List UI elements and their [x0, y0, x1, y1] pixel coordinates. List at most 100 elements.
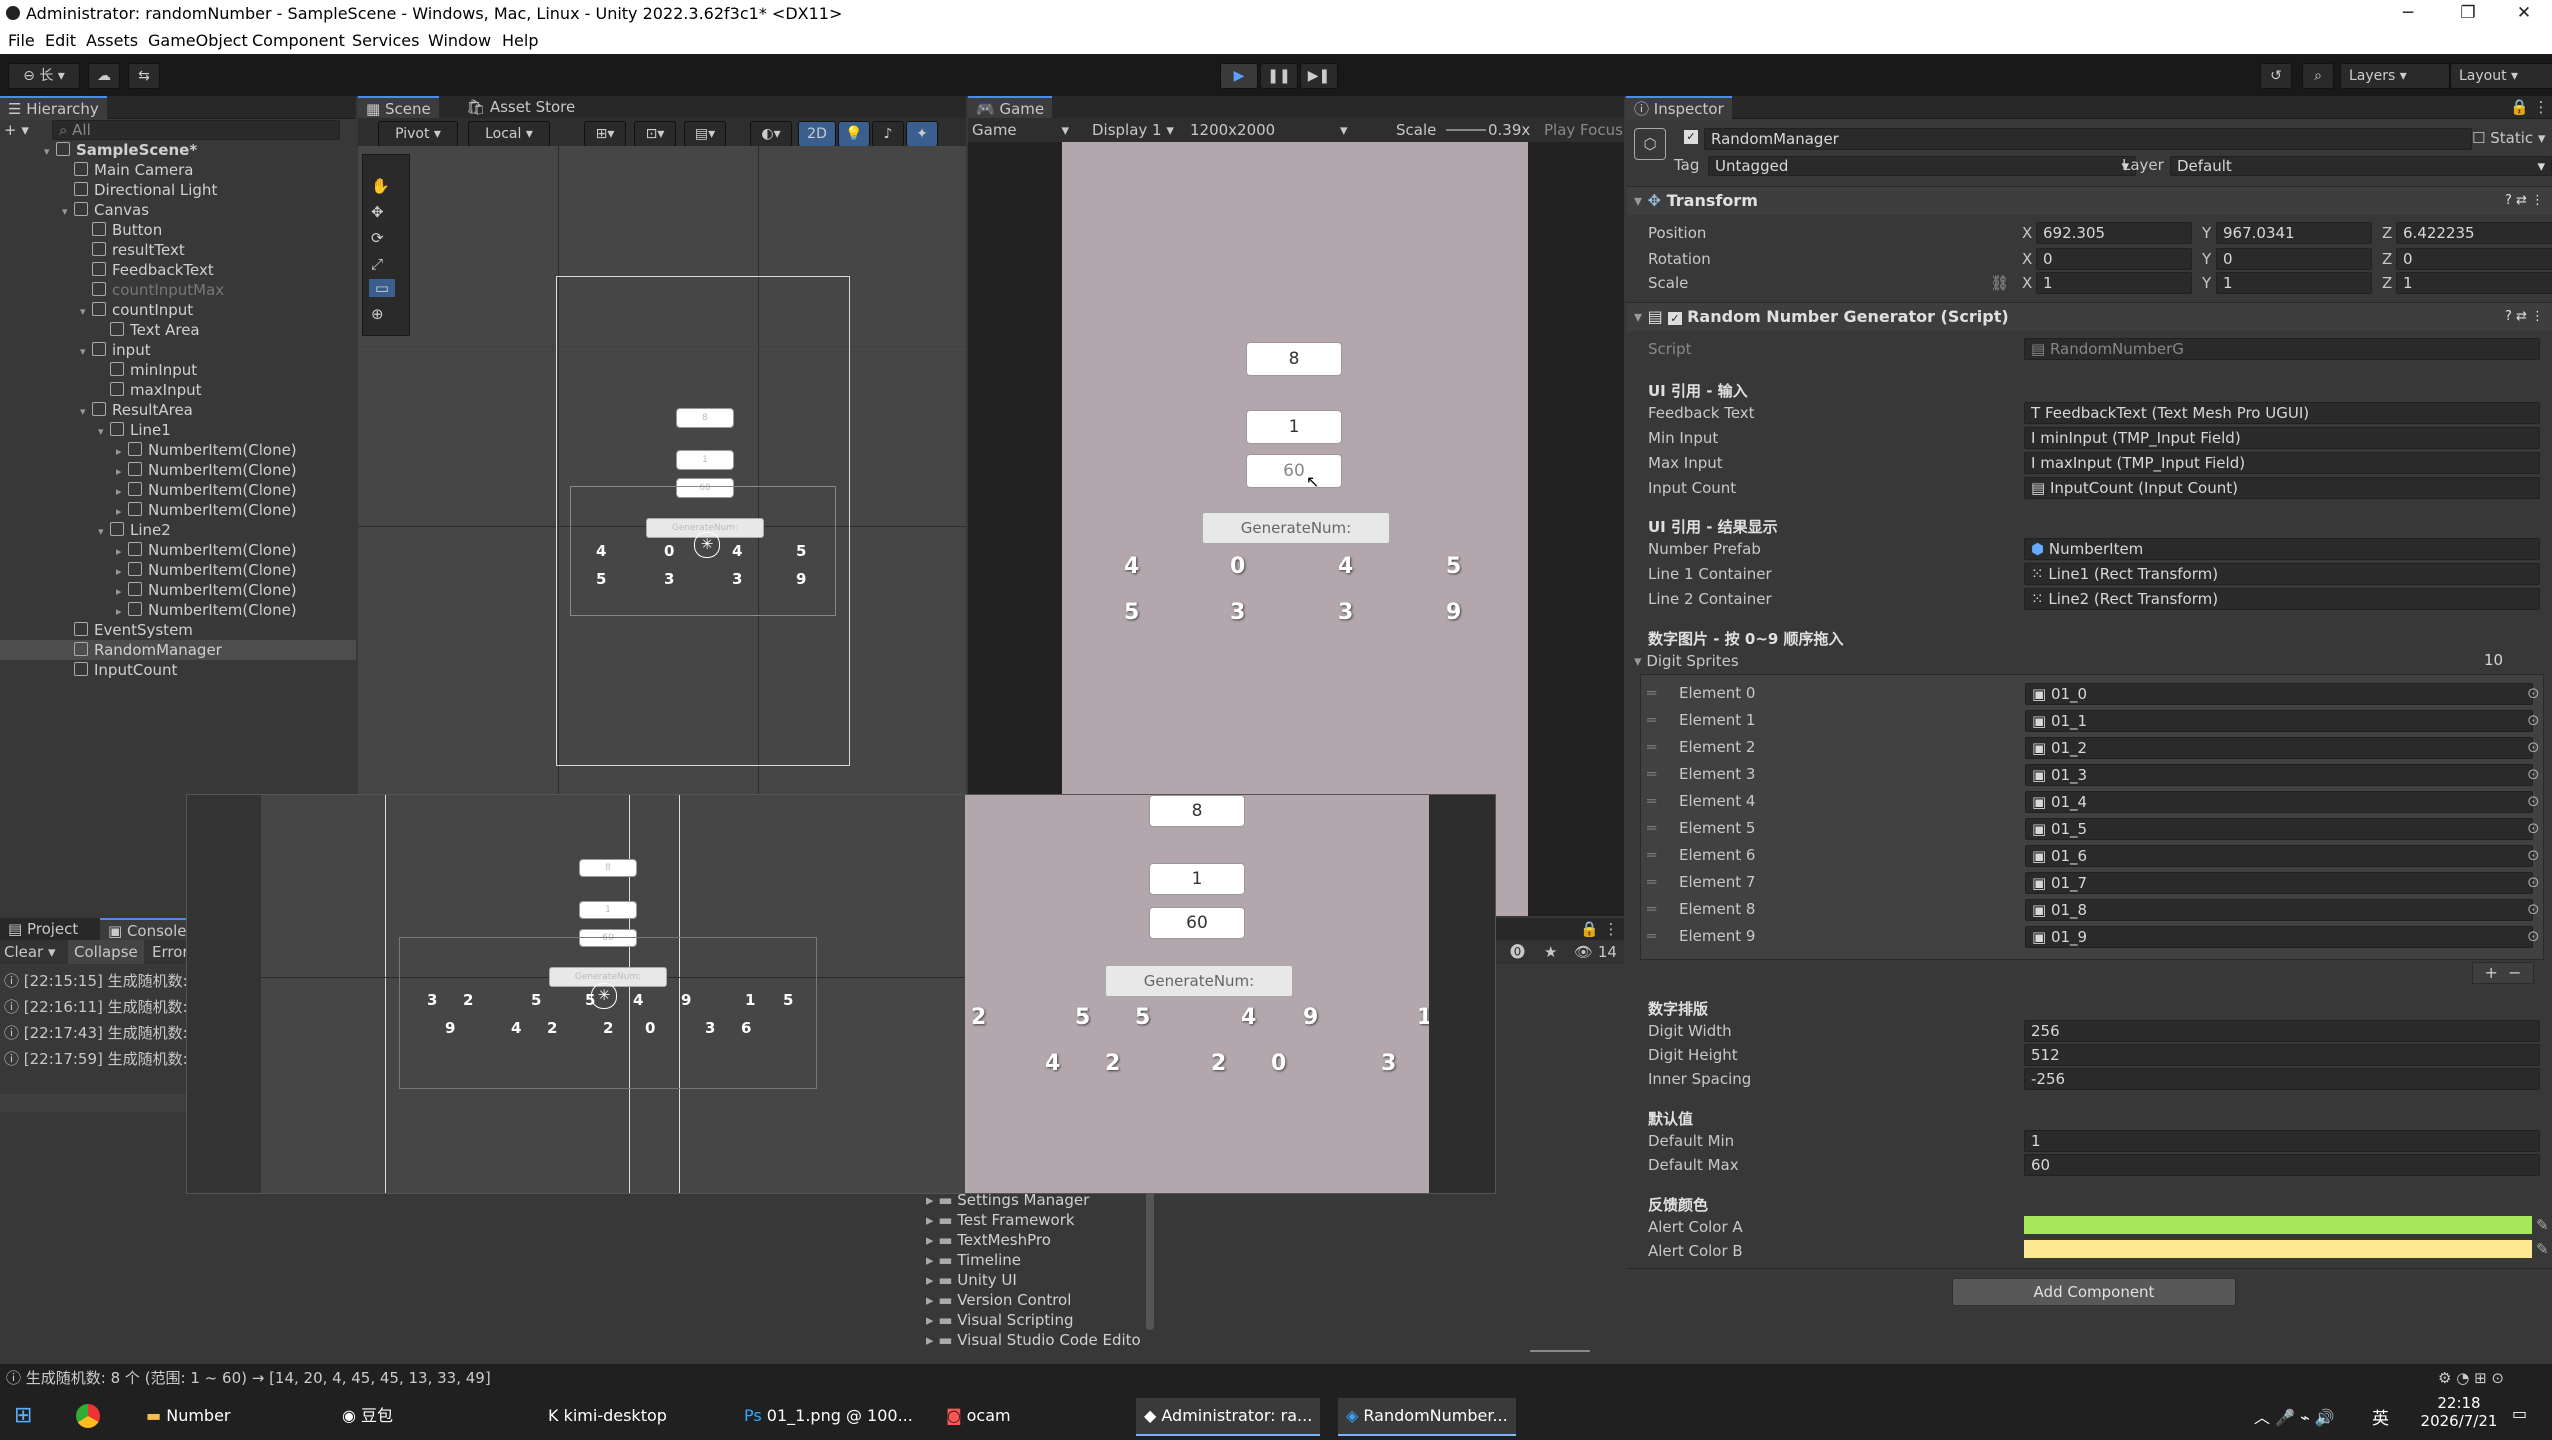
- hierarchy-item[interactable]: RandomManager: [0, 640, 356, 660]
- tab-asset-store[interactable]: 🛍 Asset Store: [458, 96, 583, 118]
- hierarchy-item[interactable]: FeedbackText: [0, 260, 356, 280]
- rotation-y[interactable]: 0: [2216, 248, 2372, 270]
- console-log-entry[interactable]: ⓘ [22:15:15] 生成随机数:: [4, 968, 188, 994]
- console-warn-icon[interactable]: ⓿: [1510, 940, 1525, 964]
- object-name-input[interactable]: RandomManager: [1704, 128, 2472, 150]
- menu-services[interactable]: Services: [352, 31, 419, 50]
- active-checkbox[interactable]: ✓: [1684, 130, 1698, 144]
- start-icon[interactable]: ⊞: [14, 1404, 38, 1428]
- object-picker-icon[interactable]: ⊙: [2527, 870, 2540, 894]
- add-component-button[interactable]: Add Component: [1952, 1278, 2236, 1306]
- eyedropper-a-icon[interactable]: ✎: [2536, 1216, 2549, 1234]
- position-z[interactable]: 6.422235: [2396, 222, 2552, 244]
- layers-dropdown[interactable]: Layers ▾: [2340, 63, 2450, 89]
- hierarchy-item[interactable]: ▾ countInput: [0, 300, 356, 320]
- drag-handle-icon[interactable]: ═: [1647, 735, 1656, 759]
- game-max-input[interactable]: 60: [1246, 454, 1342, 488]
- play-icon[interactable]: ▶: [1220, 63, 1258, 89]
- alert-color-b-swatch[interactable]: [2024, 1240, 2532, 1258]
- tag-dropdown[interactable]: Untagged ▾: [1708, 156, 2136, 176]
- console-log-entry[interactable]: ⓘ [22:16:11] 生成随机数:: [4, 994, 188, 1020]
- hierarchy-item[interactable]: ▸ NumberItem(Clone): [0, 560, 356, 580]
- scale-z[interactable]: 1: [2396, 272, 2552, 294]
- line1-container-field[interactable]: ⁙ Line1 (Rect Transform): [2024, 563, 2540, 585]
- digit-height-input[interactable]: 512: [2024, 1044, 2540, 1066]
- sprite-element-field[interactable]: ▣ 01_9: [2025, 926, 2533, 948]
- scale-x[interactable]: 1: [2036, 272, 2192, 294]
- local-dropdown[interactable]: Local ▾: [468, 121, 550, 147]
- clock[interactable]: 22:18 2026/7/21: [2414, 1394, 2504, 1430]
- hierarchy-item[interactable]: Button: [0, 220, 356, 240]
- restore-icon[interactable]: ❐: [2440, 0, 2496, 28]
- drag-handle-icon[interactable]: ═: [1647, 789, 1656, 813]
- search-icon[interactable]: ⌕: [2302, 63, 2334, 89]
- hierarchy-item[interactable]: ▾ Line2: [0, 520, 356, 540]
- object-picker-icon[interactable]: ⊙: [2527, 708, 2540, 732]
- scale-tool-icon[interactable]: ⤢: [371, 255, 383, 273]
- object-picker-icon[interactable]: ⊙: [2527, 735, 2540, 759]
- menu-assets[interactable]: Assets: [86, 31, 138, 50]
- console-log-entry[interactable]: ⓘ [22:17:59] 生成随机数:: [4, 1046, 188, 1072]
- drag-handle-icon[interactable]: ═: [1647, 708, 1656, 732]
- play-focus-dropdown[interactable]: Play Focus: [1544, 118, 1623, 142]
- taskbar-app-kimi[interactable]: K kimi-desktop: [540, 1398, 675, 1434]
- layout-dropdown[interactable]: Layout ▾: [2450, 63, 2552, 89]
- sprite-element-field[interactable]: ▣ 01_7: [2025, 872, 2533, 894]
- hierarchy-item[interactable]: maxInput: [0, 380, 356, 400]
- package-folder[interactable]: ▸ ▬ TextMeshPro: [926, 1230, 1051, 1250]
- tab-hierarchy[interactable]: ☰ Hierarchy: [0, 96, 107, 120]
- digit-sprites-count[interactable]: 10: [2478, 650, 2546, 670]
- hierarchy-item[interactable]: ▾ Canvas: [0, 200, 356, 220]
- object-picker-icon[interactable]: ⊙: [2527, 789, 2540, 813]
- hierarchy-item[interactable]: Text Area: [0, 320, 356, 340]
- account-button[interactable]: ⊖ 长 ▾: [8, 63, 80, 89]
- drag-handle-icon[interactable]: ═: [1647, 924, 1656, 948]
- tray-icons[interactable]: ︿ 🎤 ⌁ 🔊: [2254, 1404, 2335, 1428]
- shading-icon[interactable]: ◐▾: [750, 121, 792, 147]
- hierarchy-item[interactable]: ▸ NumberItem(Clone): [0, 480, 356, 500]
- tab-console[interactable]: ▣ Console: [100, 918, 195, 942]
- sprite-element-field[interactable]: ▣ 01_6: [2025, 845, 2533, 867]
- object-picker-icon[interactable]: ⊙: [2527, 681, 2540, 705]
- menu-help[interactable]: Help: [502, 31, 538, 50]
- collapse-button[interactable]: Collapse: [68, 940, 144, 964]
- transform-header[interactable]: ▾ ✥ Transform? ⇄ ⋮: [1626, 186, 2552, 215]
- gizmo-icon[interactable]: ▤▾: [684, 121, 726, 147]
- hierarchy-item[interactable]: minInput: [0, 360, 356, 380]
- tab-scene[interactable]: ▦ Scene: [358, 96, 439, 120]
- lighting-icon[interactable]: 💡: [838, 121, 870, 147]
- effects-icon[interactable]: ✦: [906, 121, 938, 147]
- drag-handle-icon[interactable]: ═: [1647, 681, 1656, 705]
- expand-arrow-icon[interactable]: ▾: [80, 302, 92, 322]
- hierarchy-item[interactable]: EventSystem: [0, 620, 356, 640]
- object-picker-icon[interactable]: ⊙: [2527, 816, 2540, 840]
- inspector-lock-icon[interactable]: 🔒 ⋮: [2510, 96, 2548, 118]
- object-picker-icon[interactable]: ⊙: [2527, 924, 2540, 948]
- sprite-element-field[interactable]: ▣ 01_3: [2025, 764, 2533, 786]
- layer-dropdown[interactable]: Default ▾: [2170, 156, 2552, 176]
- chrome-icon[interactable]: [76, 1404, 100, 1428]
- drag-handle-icon[interactable]: ═: [1647, 762, 1656, 786]
- hierarchy-item[interactable]: ▸ NumberItem(Clone): [0, 540, 356, 560]
- sprite-element-field[interactable]: ▣ 01_5: [2025, 818, 2533, 840]
- menu-file[interactable]: File: [8, 31, 35, 50]
- alert-color-a-swatch[interactable]: [2024, 1216, 2532, 1234]
- expand-arrow-icon[interactable]: ▾: [80, 342, 92, 362]
- sprite-element-field[interactable]: ▣ 01_0: [2025, 683, 2533, 705]
- position-y[interactable]: 967.0341: [2216, 222, 2372, 244]
- game-count-input[interactable]: 8: [1246, 342, 1342, 376]
- toggle-2d-button[interactable]: 2D: [798, 121, 836, 147]
- package-folder[interactable]: ▸ ▬ Unity UI: [926, 1270, 1017, 1290]
- menu-edit[interactable]: Edit: [45, 31, 76, 50]
- feedback-text-field[interactable]: T FeedbackText (Text Mesh Pro UGUI): [2024, 402, 2540, 424]
- close-icon[interactable]: ✕: [2496, 0, 2552, 28]
- sprite-element-field[interactable]: ▣ 01_1: [2025, 710, 2533, 732]
- object-picker-icon[interactable]: ⊙: [2527, 897, 2540, 921]
- tab-inspector[interactable]: ⓘ Inspector: [1626, 96, 1732, 120]
- package-folder[interactable]: ▸ ▬ Version Control: [926, 1290, 1071, 1310]
- project-scrollbar[interactable]: [1146, 1190, 1154, 1330]
- taskbar-app-number[interactable]: ▬ Number: [138, 1398, 239, 1434]
- sprite-element-field[interactable]: ▣ 01_8: [2025, 899, 2533, 921]
- icon-size-slider[interactable]: [1530, 1350, 1590, 1352]
- hierarchy-item[interactable]: ▾ input: [0, 340, 356, 360]
